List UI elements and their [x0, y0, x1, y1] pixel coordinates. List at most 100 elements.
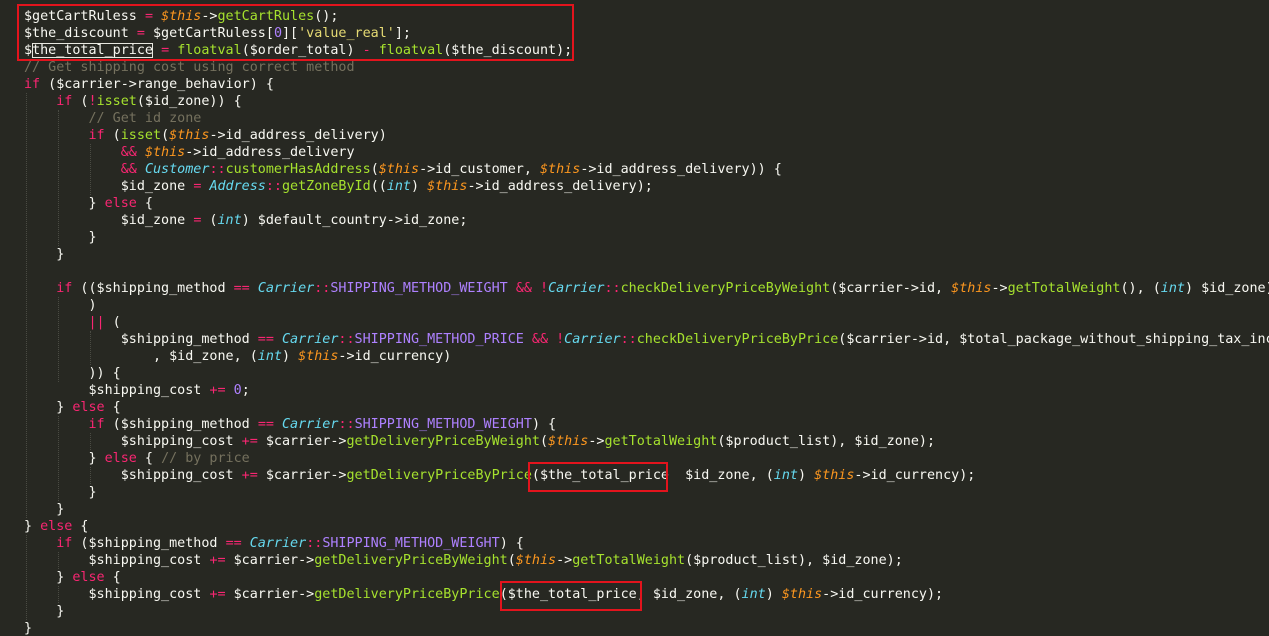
code-line[interactable]: if (!isset($id_zone)) {: [24, 93, 241, 110]
code-token: +=: [241, 468, 258, 483]
code-line[interactable]: // Get shipping cost using correct metho…: [24, 59, 355, 76]
code-line[interactable]: ): [24, 297, 97, 314]
code-line[interactable]: $shipping_cost += $carrier->getDeliveryP…: [24, 433, 935, 450]
code-token: ) {: [531, 417, 557, 432]
code-line[interactable]: if (isset($this->id_address_delivery): [24, 127, 387, 144]
code-token: SHIPPING_METHOD_PRICE: [354, 332, 524, 347]
code-token: (: [104, 315, 121, 330]
code-line[interactable]: }: [24, 246, 64, 263]
code-token: ($carrier->range_behavior) {: [40, 77, 274, 92]
code-token: {: [136, 196, 153, 211]
code-token: ): [797, 468, 815, 483]
code-token: $this: [814, 468, 855, 483]
code-line[interactable]: }: [24, 484, 97, 501]
code-line[interactable]: $shipping_cost += $carrier->getDeliveryP…: [24, 467, 976, 484]
code-token: ): [411, 179, 428, 194]
code-token: ($carrier->id, $total_package_without_sh…: [838, 332, 1269, 347]
code-token: ->id_address_delivery);: [467, 179, 653, 194]
code-token: else: [104, 451, 137, 466]
code-token: }: [24, 247, 65, 262]
code-line[interactable]: }: [24, 603, 64, 620]
code-token: ) $default_country->id_zone;: [241, 213, 468, 228]
code-line[interactable]: // Get id zone: [24, 110, 202, 127]
code-line[interactable]: $id_zone = (int) $default_country->id_zo…: [24, 212, 468, 229]
code-token: $this: [378, 162, 420, 177]
code-line[interactable]: if (($shipping_method == Carrier::SHIPPI…: [24, 280, 1269, 297]
code-token: int: [741, 587, 766, 602]
code-line[interactable]: } else { // by price: [24, 450, 249, 467]
code-token: ((: [370, 179, 387, 194]
code-line[interactable]: $id_zone = Address::getZoneById((int) $t…: [24, 178, 653, 195]
code-token: $id_zone: [24, 213, 194, 228]
code-token: $this: [144, 145, 186, 160]
code-token: }: [24, 485, 97, 500]
code-line[interactable]: , $id_zone, (int) $this->id_currency): [24, 348, 451, 365]
code-line[interactable]: }: [24, 501, 64, 518]
code-line[interactable]: $shipping_method == Carrier::SHIPPING_ME…: [24, 331, 1269, 348]
code-token: SHIPPING_METHOD_WEIGHT: [322, 536, 500, 551]
code-line[interactable]: )) {: [24, 365, 120, 382]
code-token: // Get shipping cost using correct metho…: [24, 60, 355, 75]
code-token: $shipping_cost: [24, 383, 210, 398]
code-token: ::: [604, 281, 621, 296]
code-token: ) $id_zone): [1184, 281, 1269, 296]
code-line[interactable]: && $this->id_address_delivery: [24, 144, 355, 161]
code-token: $this: [540, 162, 581, 177]
code-line[interactable]: if ($shipping_method == Carrier::SHIPPIN…: [24, 535, 524, 552]
code-token: (: [161, 128, 170, 143]
code-token: ): [24, 298, 97, 313]
code-line[interactable]: $shipping_cost += $carrier->getDeliveryP…: [24, 586, 943, 603]
code-token: int: [217, 213, 242, 228]
code-line[interactable]: } else {: [24, 399, 121, 416]
code-line[interactable]: || (: [24, 314, 121, 331]
code-token: {: [72, 519, 89, 534]
code-token: ::: [338, 332, 355, 347]
code-line[interactable]: $shipping_cost += 0;: [24, 382, 249, 399]
highlight-box-by-price: [528, 462, 668, 492]
code-line[interactable]: && Customer::customerHasAddress($this->i…: [24, 161, 782, 178]
code-token: (), (: [1120, 281, 1161, 296]
code-editor[interactable]: $getCartRuless = $this->getCartRules(); $…: [0, 0, 1269, 636]
code-token: Carrier: [281, 332, 339, 347]
code-token: (: [507, 553, 516, 568]
code-token: &&: [120, 162, 137, 177]
code-token: ->id_address_delivery)) {: [580, 162, 782, 177]
code-token: +=: [209, 587, 226, 602]
code-token: }: [24, 519, 41, 534]
code-token: int: [1160, 281, 1185, 296]
code-line[interactable]: if ($carrier->range_behavior) {: [24, 76, 274, 93]
code-token: if: [24, 77, 41, 92]
code-token: ::: [314, 281, 331, 296]
code-token: ->id_currency): [338, 349, 452, 364]
code-token: +=: [209, 553, 226, 568]
code-line[interactable]: } else {: [24, 195, 153, 212]
code-token: ::: [209, 162, 226, 177]
code-token: +=: [241, 434, 258, 449]
code-line[interactable]: } else {: [24, 518, 89, 535]
code-token: (: [201, 213, 218, 228]
code-token: ::: [265, 179, 282, 194]
code-line[interactable]: }: [24, 229, 96, 246]
code-line[interactable]: } else {: [24, 569, 121, 586]
code-token: isset: [96, 94, 137, 109]
code-line[interactable]: }: [24, 620, 32, 636]
code-token: (: [539, 434, 549, 449]
code-line[interactable]: $shipping_cost += $carrier->getDeliveryP…: [24, 552, 903, 569]
code-token: Customer: [144, 162, 210, 177]
code-token: $this: [781, 587, 823, 602]
code-token: ==: [257, 417, 274, 432]
code-token: $this: [169, 128, 210, 143]
code-token: ($product_list), $id_zone);: [685, 553, 903, 568]
code-line[interactable]: if ($shipping_method == Carrier::SHIPPIN…: [24, 416, 557, 433]
